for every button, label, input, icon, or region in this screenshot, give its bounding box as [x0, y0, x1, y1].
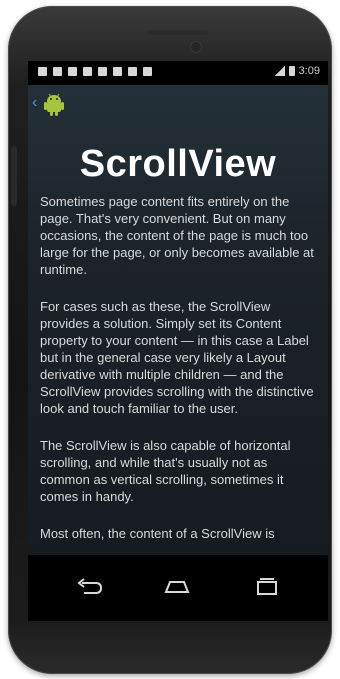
phone-frame: 3:09 ‹ ScrollView Sometimes page content…	[8, 6, 332, 674]
paragraph: Sometimes page content fits entirely on …	[40, 194, 314, 277]
message-icon	[53, 67, 62, 76]
back-icon[interactable]	[72, 577, 106, 597]
mail-icon	[83, 67, 92, 76]
action-bar[interactable]: ‹	[28, 85, 328, 125]
notification-icons	[38, 67, 152, 76]
signal-icon	[274, 66, 285, 76]
front-camera	[191, 42, 201, 52]
earpiece	[148, 30, 208, 35]
paragraph: The ScrollView is also capable of horizo…	[40, 438, 291, 504]
status-time: 3:09	[298, 65, 320, 77]
facebook-icon	[98, 67, 107, 76]
screen: 3:09 ‹ ScrollView Sometimes page content…	[28, 61, 328, 621]
app-content-area: ‹ ScrollView Sometimes page content fits…	[28, 85, 328, 555]
voicemail-icon	[68, 67, 77, 76]
download-icon	[113, 67, 122, 76]
android-icon[interactable]	[42, 91, 66, 117]
navigation-bar	[28, 555, 328, 621]
photo-icon	[128, 67, 137, 76]
page-title: ScrollView	[79, 143, 277, 185]
side-button	[11, 146, 17, 206]
chevron-left-icon[interactable]: ‹	[32, 94, 42, 112]
message-icon	[38, 67, 47, 76]
home-icon[interactable]	[160, 577, 194, 597]
paragraph: Most often, the content of a ScrollView …	[40, 526, 275, 541]
scroll-content[interactable]: Sometimes page content fits entirely on …	[40, 193, 316, 562]
status-bar: 3:09	[28, 61, 328, 85]
recent-apps-icon[interactable]	[250, 577, 284, 597]
paragraph: For cases such as these, the ScrollView …	[40, 299, 314, 416]
battery-icon	[288, 66, 295, 76]
image-icon	[143, 67, 152, 76]
